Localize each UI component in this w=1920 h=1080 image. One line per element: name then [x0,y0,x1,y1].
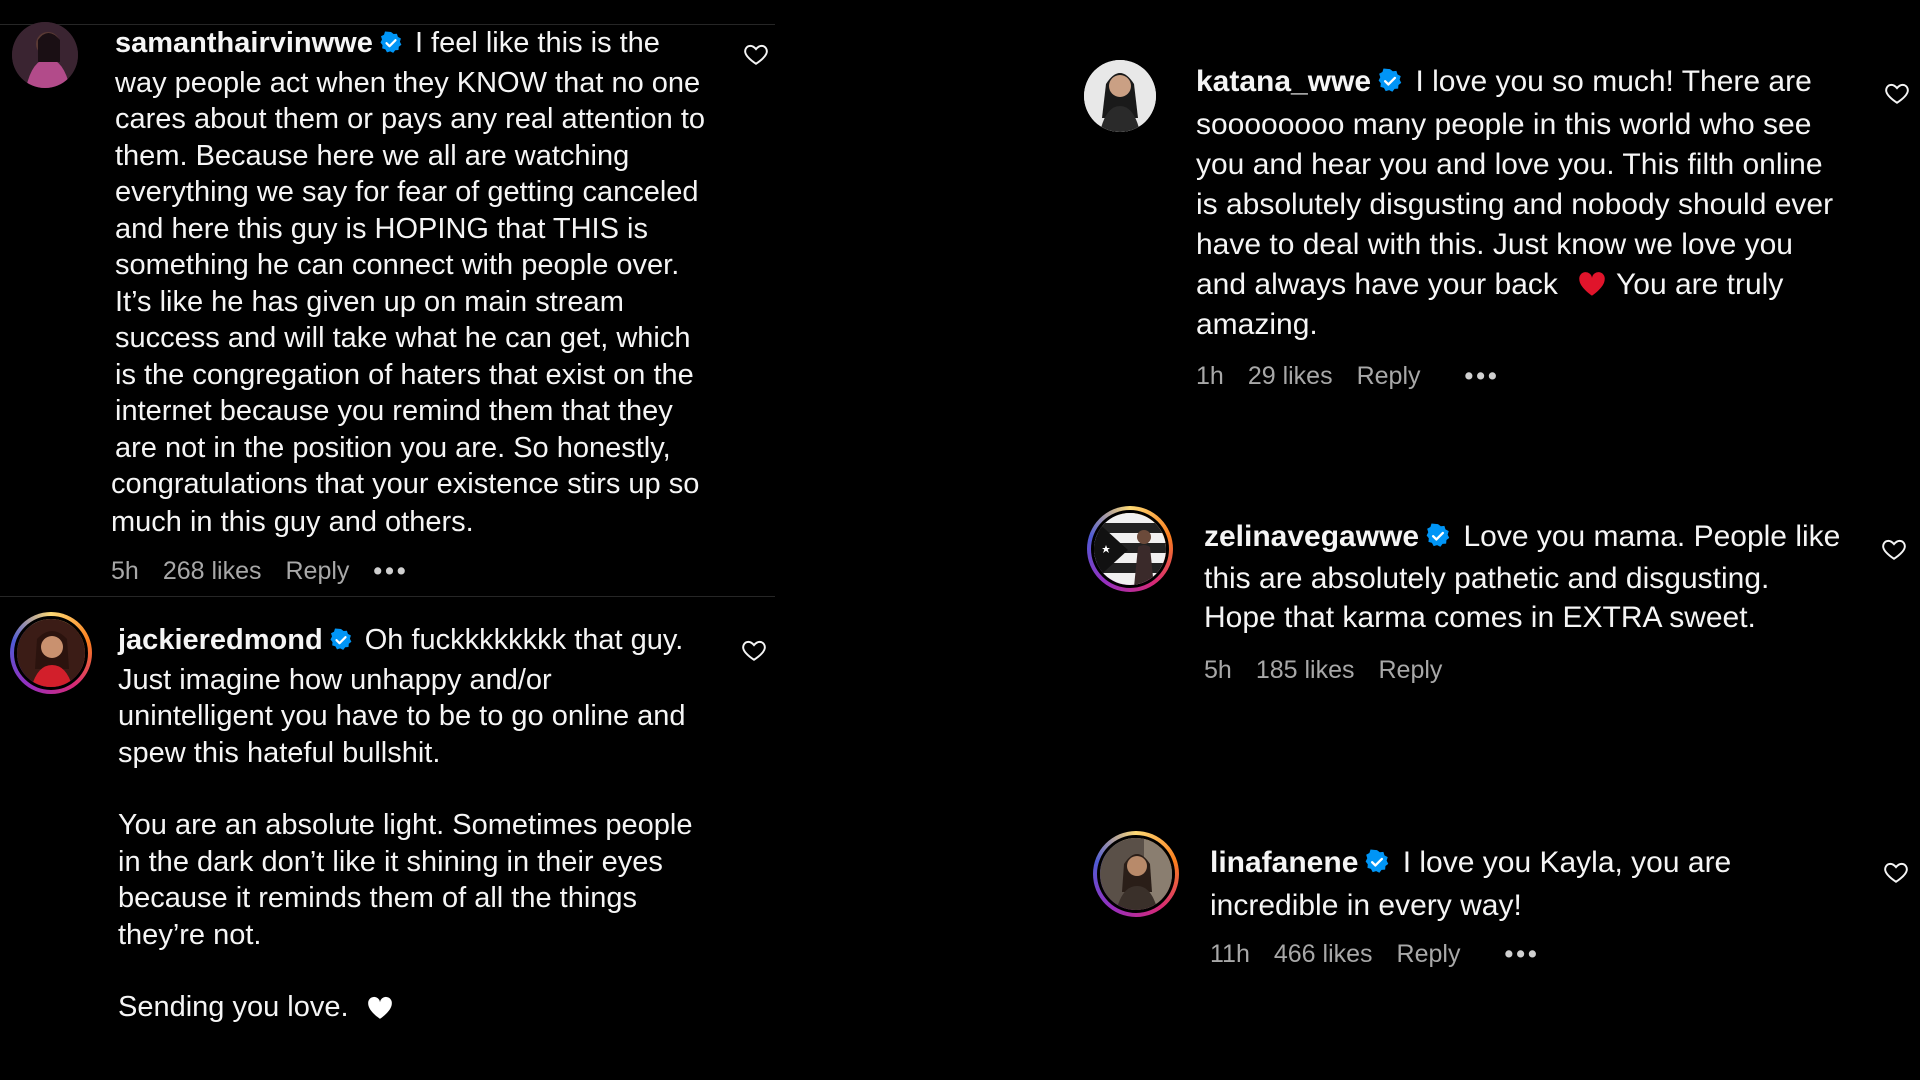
more-options-button[interactable]: ••• [373,557,408,585]
comment-divider [0,596,775,597]
username[interactable]: samanthairvinwwe [115,27,373,59]
reply-button[interactable]: Reply [285,557,349,585]
avatar[interactable] [1087,506,1173,592]
username[interactable]: jackieredmond [118,624,323,656]
username[interactable]: linafanene [1210,846,1358,879]
heart-outline-icon[interactable] [743,41,769,67]
heart-outline-icon[interactable] [1881,536,1907,562]
comment-paragraph-2: You are an absolute light. Sometimes peo… [118,809,693,951]
username[interactable]: katana_wwe [1196,65,1371,98]
comment-meta: 5h 268 likes Reply ••• [111,557,433,586]
username[interactable]: zelinavegawwe [1204,520,1419,553]
avatar[interactable] [12,22,78,88]
likes-count[interactable]: 29 likes [1248,362,1333,390]
verified-badge-icon [1377,65,1403,105]
timestamp: 5h [1204,656,1232,684]
more-options-button[interactable]: ••• [1465,362,1500,390]
verified-badge-icon [1364,846,1390,886]
comment-meta: 1h 29 likes Reply ••• [1196,362,1524,391]
comment-text-continued: congratulations that your existence stir… [111,468,700,538]
avatar[interactable] [1084,60,1156,132]
comment-text: I feel like this is the way people act w… [115,27,706,464]
comment-body: zelinavegawwe Love you mama. People like… [1204,517,1844,637]
timestamp: 1h [1196,362,1224,390]
heart-outline-icon[interactable] [1884,80,1910,106]
avatar[interactable] [1093,831,1179,917]
reply-button[interactable]: Reply [1357,362,1421,390]
verified-badge-icon [379,28,403,65]
verified-badge-icon [1425,520,1451,559]
comment-text: I love you so much! There are soooooooo … [1196,65,1834,301]
comment-body: samanthairvinwwe I feel like this is the… [115,25,715,466]
comments-collage: samanthairvinwwe I feel like this is the… [0,0,1920,1080]
comment-meta: 11h 466 likes Reply ••• [1210,940,1564,969]
likes-count[interactable]: 466 likes [1274,940,1373,968]
reply-button[interactable]: Reply [1378,656,1442,684]
verified-badge-icon [329,625,353,662]
likes-count[interactable]: 185 likes [1256,656,1355,684]
reply-button[interactable]: Reply [1397,940,1461,968]
timestamp: 5h [111,557,139,585]
likes-count[interactable]: 268 likes [163,557,262,585]
comment-body: linafanene I love you Kayla, you are inc… [1210,843,1830,926]
comment-paragraph-3: Sending you love. [118,989,703,1026]
comment-body: katana_wwe I love you so much! There are… [1196,62,1836,345]
comment-body: jackieredmond Oh fuckkkkkkkk that guy. J… [118,622,703,1026]
heart-outline-icon[interactable] [741,637,767,663]
more-options-button[interactable]: ••• [1504,940,1539,968]
red-heart-icon [1566,268,1608,301]
avatar[interactable] [10,612,92,694]
white-heart-icon [357,991,395,1023]
timestamp: 11h [1210,940,1250,968]
heart-outline-icon[interactable] [1883,859,1909,885]
comment-meta: 5h 185 likes Reply [1204,656,1466,685]
